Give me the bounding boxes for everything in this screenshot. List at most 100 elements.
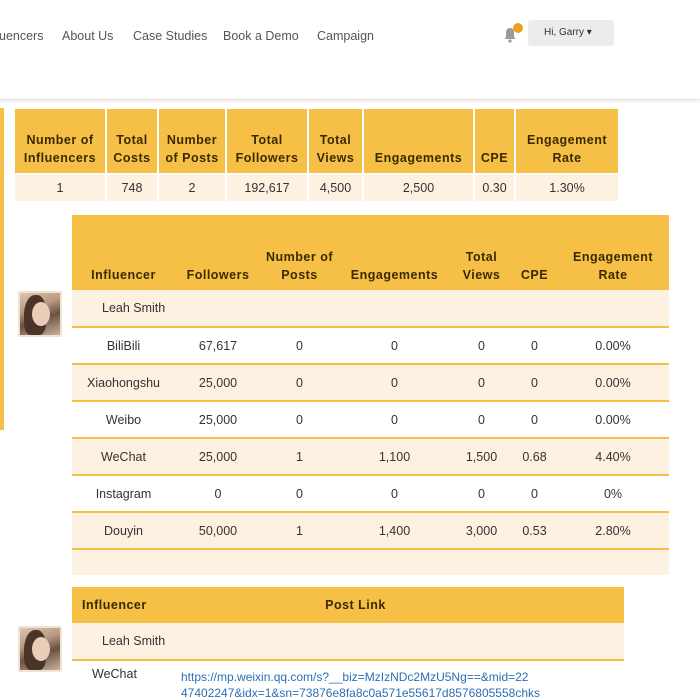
- table-cell: 0.53: [512, 512, 557, 550]
- platform-breakdown-table: Influencer Followers Number of Posts Eng…: [72, 215, 669, 575]
- table-cell: 0: [451, 327, 512, 365]
- table-footer-spacer: [72, 549, 669, 575]
- campaign-summary-table: Number of Influencers Total Costs Number…: [13, 107, 620, 203]
- table-cell: 0: [338, 475, 451, 513]
- table-cell: 0.00%: [557, 327, 669, 365]
- nav-link-book-a-demo[interactable]: Book a Demo: [223, 29, 299, 43]
- nav-link-influencers[interactable]: uencers: [0, 29, 43, 43]
- table-cell: 50,000: [175, 512, 261, 550]
- notification-badge: [513, 23, 523, 33]
- influencer-name[interactable]: Leah Smith: [72, 623, 177, 661]
- links-header-post-link: Post Link: [177, 587, 624, 623]
- table-cell: 0: [512, 401, 557, 439]
- left-accent-rail: [0, 108, 4, 430]
- breakdown-header-views: Total Views: [451, 215, 512, 290]
- table-cell: 0: [451, 364, 512, 402]
- breakdown-header-influencer: Influencer: [72, 215, 175, 290]
- summary-header-views: Total Views: [307, 107, 364, 175]
- table-row: Douyin 50,000 1 1,400 3,000 0.53 2.80%: [72, 512, 669, 550]
- post-links-table: Influencer Post Link Leah Smith WeChat h…: [72, 587, 624, 700]
- influencer-name-row: Leah Smith: [72, 623, 624, 661]
- table-row: Instagram 0 0 0 0 0 0%: [72, 475, 669, 513]
- table-cell: 0: [261, 475, 338, 513]
- table-row: BiliBili 67,617 0 0 0 0 0.00%: [72, 327, 669, 365]
- table-cell: 0%: [557, 475, 669, 513]
- platform-name: Xiaohongshu: [72, 364, 175, 402]
- table-cell: 1: [261, 438, 338, 476]
- platform-name: BiliBili: [72, 327, 175, 365]
- table-cell: 0: [512, 364, 557, 402]
- breakdown-header-engagement-rate: Engagement Rate: [557, 215, 669, 290]
- table-row: Xiaohongshu 25,000 0 0 0 0 0.00%: [72, 364, 669, 402]
- table-cell: 1.30%: [514, 173, 620, 203]
- table-cell: 1: [13, 173, 107, 203]
- platform-name: Weibo: [72, 401, 175, 439]
- post-link-line[interactable]: https://mp.weixin.qq.com/s?__biz=MzIzNDc…: [181, 669, 624, 685]
- table-cell: 25,000: [175, 438, 261, 476]
- nav-link-campaign[interactable]: Campaign: [317, 29, 374, 43]
- table-cell: 0: [261, 327, 338, 365]
- table-cell: 67,617: [175, 327, 261, 365]
- summary-header-row: Number of Influencers Total Costs Number…: [13, 107, 620, 175]
- platform-name: WeChat: [92, 667, 137, 681]
- table-cell: 0.00%: [557, 364, 669, 402]
- breakdown-header-followers: Followers: [175, 215, 261, 290]
- table-cell: 192,617: [225, 173, 309, 203]
- summary-header-cpe: CPE: [473, 107, 516, 175]
- table-cell: 0: [338, 327, 451, 365]
- table-cell: 0.68: [512, 438, 557, 476]
- summary-header-posts: Number of Posts: [157, 107, 227, 175]
- table-row: WeChat 25,000 1 1,100 1,500 0.68 4.40%: [72, 438, 669, 476]
- platform-name: Douyin: [72, 512, 175, 550]
- table-cell: 0: [261, 401, 338, 439]
- platform-name: WeChat: [72, 438, 175, 476]
- links-header-influencer: Influencer: [72, 587, 177, 623]
- breakdown-header-engagements: Engagements: [338, 215, 451, 290]
- breakdown-header-row: Influencer Followers Number of Posts Eng…: [72, 215, 669, 290]
- table-cell: 4,500: [307, 173, 364, 203]
- table-cell: 0: [451, 401, 512, 439]
- table-row: WeChat https://mp.weixin.qq.com/s?__biz=…: [72, 660, 624, 700]
- table-cell: 0: [175, 475, 261, 513]
- nav-link-about-us[interactable]: About Us: [62, 29, 113, 43]
- table-cell: 1,500: [451, 438, 512, 476]
- table-cell: 0: [338, 364, 451, 402]
- table-cell: 0: [451, 475, 512, 513]
- post-link-line[interactable]: 47402247&idx=1&sn=73876e8fa8c0a571e55617…: [181, 685, 624, 700]
- summary-header-total-costs: Total Costs: [105, 107, 159, 175]
- table-cell: 1,400: [338, 512, 451, 550]
- summary-header-followers: Total Followers: [225, 107, 309, 175]
- table-cell: 4.40%: [557, 438, 669, 476]
- table-cell: 0: [338, 401, 451, 439]
- summary-row: 1 748 2 192,617 4,500 2,500 0.30 1.30%: [13, 173, 620, 203]
- post-link[interactable]: https://mp.weixin.qq.com/s?__biz=MzIzNDc…: [177, 660, 624, 700]
- influencer-name[interactable]: Leah Smith: [72, 290, 175, 328]
- table-cell: 0.00%: [557, 401, 669, 439]
- table-cell: 2.80%: [557, 512, 669, 550]
- table-cell: 3,000: [451, 512, 512, 550]
- table-cell: 25,000: [175, 401, 261, 439]
- platform-name: Instagram: [72, 475, 175, 513]
- influencer-name-row: Leah Smith: [72, 290, 669, 328]
- top-navigation: uencers About Us Case Studies Book a Dem…: [0, 0, 700, 100]
- breakdown-header-posts: Number of Posts: [261, 215, 338, 290]
- table-cell: 0: [261, 364, 338, 402]
- breakdown-header-cpe: CPE: [512, 215, 557, 290]
- table-cell: 0: [512, 327, 557, 365]
- table-row: Weibo 25,000 0 0 0 0 0.00%: [72, 401, 669, 439]
- links-header-row: Influencer Post Link: [72, 587, 624, 623]
- summary-header-engagements: Engagements: [362, 107, 475, 175]
- table-cell: 2: [157, 173, 227, 203]
- table-cell: 1: [261, 512, 338, 550]
- table-cell: 1,100: [338, 438, 451, 476]
- table-cell: 25,000: [175, 364, 261, 402]
- summary-header-influencers: Number of Influencers: [13, 107, 107, 175]
- summary-header-engagement-rate: Engagement Rate: [514, 107, 620, 175]
- table-cell: 0: [512, 475, 557, 513]
- nav-link-case-studies[interactable]: Case Studies: [133, 29, 207, 43]
- influencer-avatar[interactable]: [18, 626, 62, 672]
- influencer-avatar[interactable]: [18, 291, 62, 337]
- table-cell: 748: [105, 173, 159, 203]
- table-cell: 2,500: [362, 173, 475, 203]
- user-menu-button[interactable]: Hi, Garry ▾: [528, 20, 614, 46]
